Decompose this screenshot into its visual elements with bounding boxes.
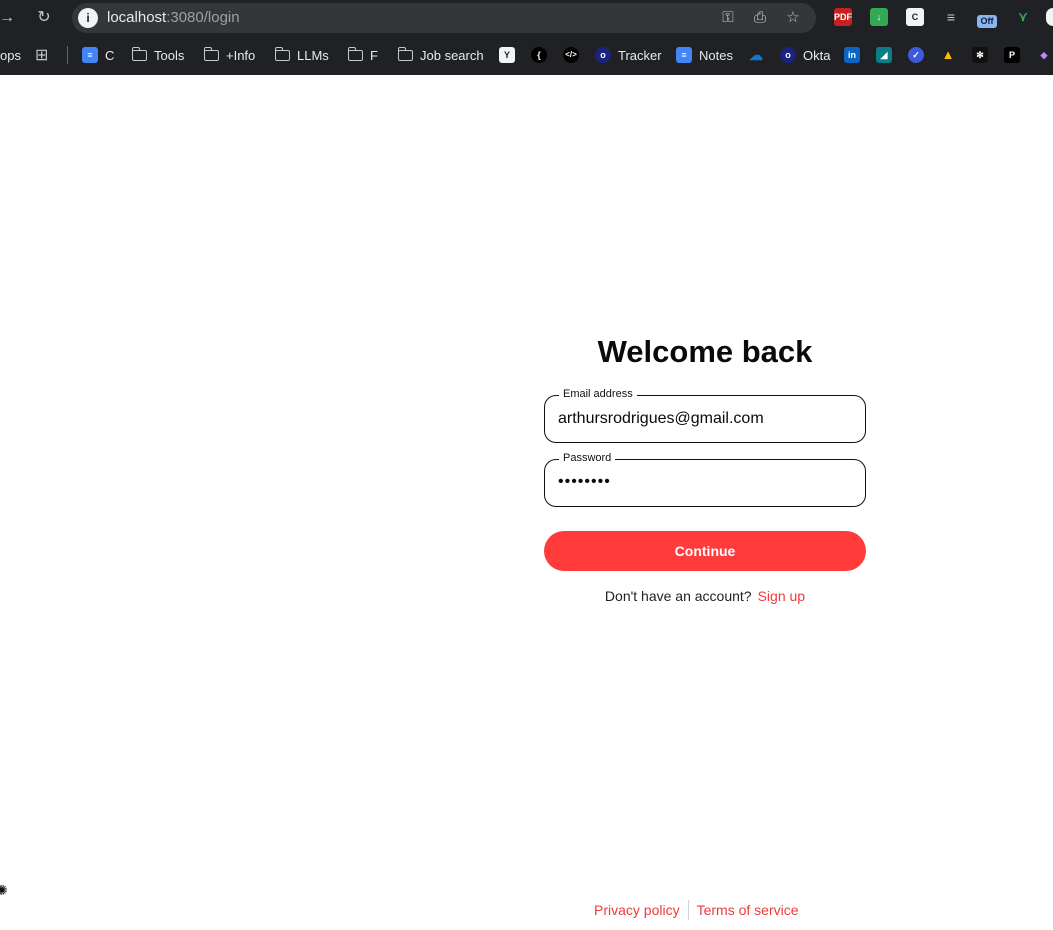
bookmark-p[interactable]: P [1004,45,1027,65]
bookmark-f[interactable]: F [347,45,378,65]
okta-icon: o [780,47,796,63]
download-extension-icon[interactable]: ↓ [870,8,888,26]
reload-icon[interactable]: ↻ [33,7,55,29]
bookmark-okta[interactable]: o Okta [780,45,830,65]
docs-icon: ≡ [82,47,98,63]
gear-icon: ✻ [972,47,988,63]
bookmark-tracker[interactable]: o Tracker [595,45,662,65]
bookmark-tools[interactable]: Tools [131,45,185,65]
password-input[interactable]: •••••••• [558,473,848,491]
bookmark-star-icon[interactable]: ☆ [783,8,803,28]
funnel-icon: Y [499,47,515,63]
drive-icon: ▲ [941,47,955,62]
bookmark-brace[interactable]: { [531,45,554,65]
bookmarks-bar: ops ⊞ ≡ C Tools +Info LLMs F Job search Y… [0,35,1053,75]
docs-icon: ≡ [676,47,692,63]
install-app-icon[interactable]: ⎙ [750,8,770,28]
address-bar[interactable]: i localhost:3080/login ⚿ ⎙ ☆ [72,3,816,33]
bookmark-label: C [105,47,115,63]
bookmark-gem[interactable]: ◆ [1036,45,1053,65]
bookmark-info[interactable]: +Info [203,45,256,65]
signup-link[interactable]: Sign up [758,588,805,604]
c-extension-icon[interactable]: C [906,8,924,26]
email-field[interactable]: Email address [544,387,866,443]
browser-toolbar: → ↻ i localhost:3080/login ⚿ ⎙ ☆ PDF ↓ C… [0,0,1053,35]
bookmark-label: F [370,47,378,63]
folder-icon [274,46,290,61]
list-extension-icon[interactable]: ≡ [942,8,960,26]
password-key-icon[interactable]: ⚿ [718,8,738,28]
privacy-policy-link[interactable]: Privacy policy [594,902,680,918]
bookmark-notes[interactable]: ≡ Notes [676,45,733,65]
bookmark-label: Tools [154,47,185,63]
apps-grid-icon: ⊞ [35,47,49,64]
bookmark-check[interactable]: ✓ [908,45,931,65]
bookmark-label: +Info [226,47,256,63]
folder-icon [347,46,363,61]
pdf-extension-icon[interactable]: PDF [834,8,852,26]
theme-toggle-icon[interactable]: ✺ [0,882,8,899]
bookmark-apps[interactable]: ⊞ [35,45,48,65]
password-label: Password [559,451,616,465]
email-label: Email address [559,387,637,401]
forward-icon[interactable]: → [0,7,18,29]
bookmark-c[interactable]: ≡ C [82,45,114,65]
confluence-icon: ◢ [876,47,892,63]
folder-icon [131,46,147,61]
terms-of-service-link[interactable]: Terms of service [697,902,799,918]
bookmark-label: Okta [803,47,831,63]
bookmark-label: Tracker [618,47,662,63]
bookmark-ops[interactable]: ops [0,45,21,65]
no-account-text: Don't have an account? [604,588,752,604]
bookmark-onedrive[interactable]: ☁ [748,45,771,65]
footer-divider [687,900,689,920]
bookmark-confluence[interactable]: ◢ [876,45,899,65]
cloud-icon: ☁ [749,47,763,63]
password-field[interactable]: Password •••••••• [544,451,866,507]
bookmark-label: Job search [420,47,484,63]
url-path: :3080/login [166,9,240,26]
bookmark-label: LLMs [297,47,329,63]
tracker-icon: o [595,47,611,63]
bookmark-separator [67,46,68,64]
linkedin-icon: in [844,47,860,63]
site-info-icon[interactable]: i [78,8,98,28]
bookmark-linkedin[interactable]: in [844,45,867,65]
folder-icon [203,46,219,61]
checkmark-icon: ✓ [908,47,924,63]
bookmark-label: ops [0,47,21,63]
folder-icon [397,46,413,61]
bookmark-gear[interactable]: ✻ [972,45,995,65]
brace-icon: { [531,47,547,63]
url-host: localhost [107,9,167,26]
code-icon: </> [563,47,579,63]
gem-icon: ◆ [1040,50,1048,60]
sprout-extension-icon[interactable]: ⋎ [1014,8,1032,26]
bookmark-drive[interactable]: ▲ [940,45,963,65]
bookmark-job-search[interactable]: Job search [397,45,484,65]
bookmark-code[interactable]: </> [563,45,586,65]
page-title: Welcome back [597,334,813,369]
bookmark-label: Notes [699,47,733,63]
continue-button[interactable]: Continue [544,531,866,571]
p-icon: P [1004,47,1020,63]
profile-avatar[interactable] [1046,8,1053,26]
signup-prompt: Don't have an account? Sign up [544,588,866,604]
email-input[interactable] [558,410,848,428]
extension-off-badge[interactable]: Off [977,15,997,28]
bookmark-llms[interactable]: LLMs [274,45,329,65]
footer-links: Privacy policy Terms of service [594,900,799,920]
bookmark-funnel[interactable]: Y [499,45,522,65]
url-text[interactable]: localhost:3080/login [107,9,240,26]
